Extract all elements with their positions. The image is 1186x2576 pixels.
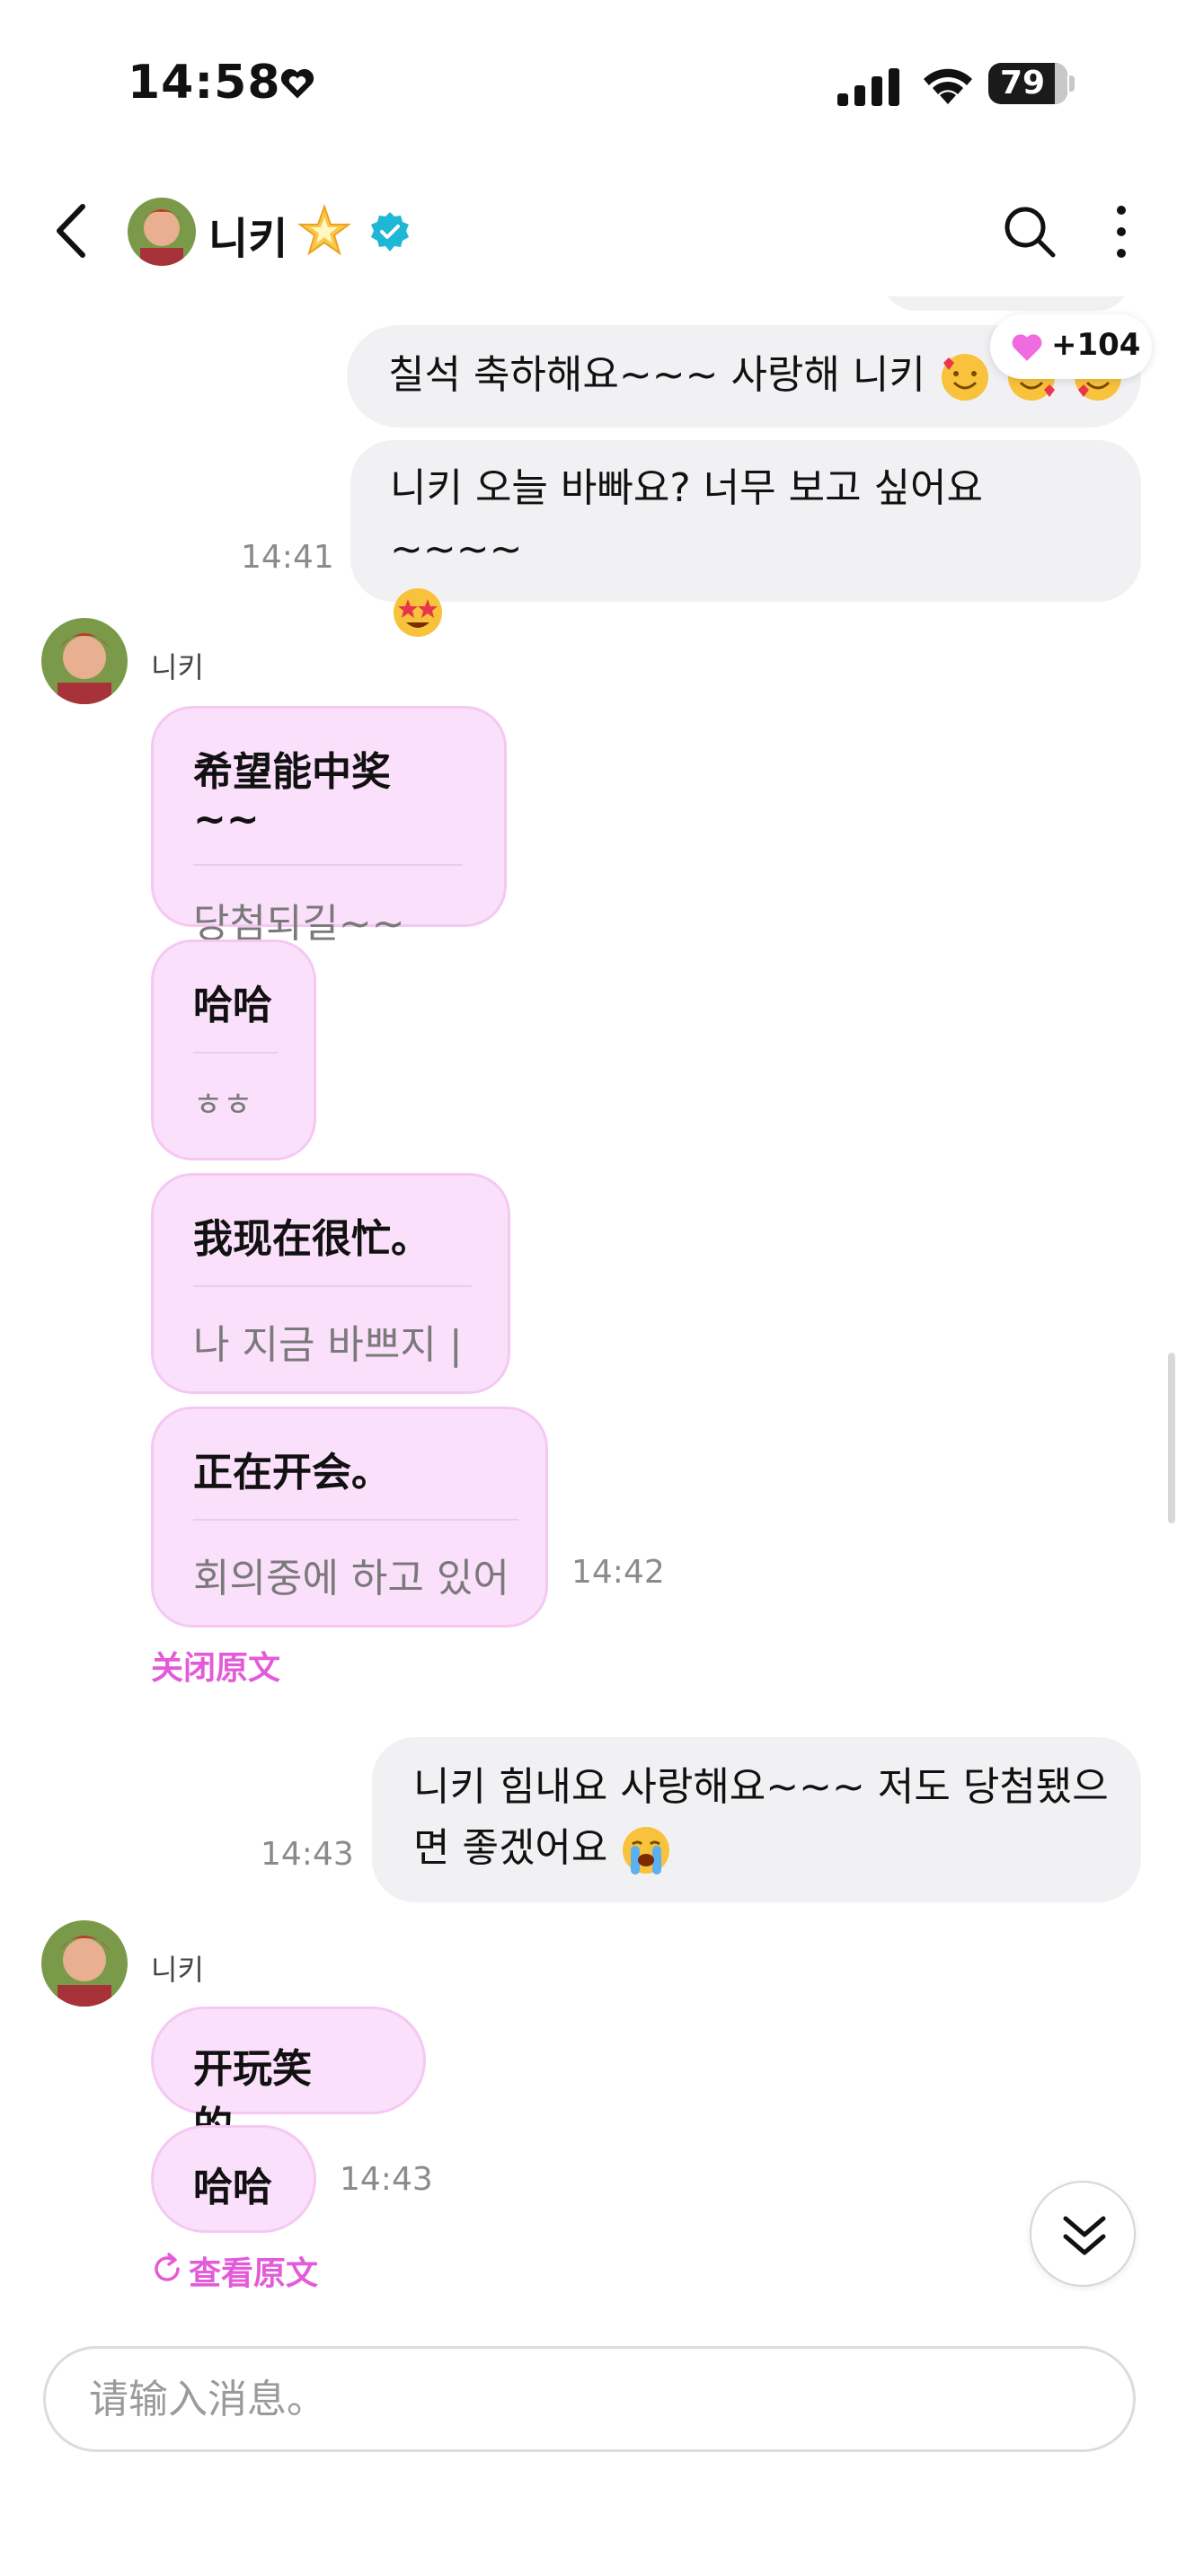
message-bubble-incoming[interactable]: 哈哈	[151, 2125, 316, 2233]
translated-text: 哈哈	[193, 2165, 272, 2210]
message-time: 14:41	[241, 539, 334, 576]
message-list[interactable]: 칠석 축하해요~~~ 사랑해 니키 니키 오늘 바빠요? 너무 보고 싶어요~~…	[0, 296, 1186, 2326]
header-avatar[interactable]	[128, 198, 196, 266]
message-text-line: 니키 힘내요 사랑해요~~~ 저도 당첨됐으	[413, 1764, 1109, 1810]
reaction-pill[interactable]: +104	[990, 314, 1152, 379]
message-text-line: 면 좋겠어요	[413, 1825, 608, 1871]
heart-icon	[280, 68, 314, 99]
view-original-label: 查看原文	[189, 2255, 319, 2292]
battery-indicator: 79	[988, 63, 1067, 104]
message-bubble-incoming[interactable]: 开玩笑的。	[151, 2007, 426, 2149]
chat-header: 니키	[0, 171, 1186, 296]
back-icon[interactable]	[47, 199, 101, 262]
sender-avatar[interactable]	[41, 1920, 128, 2007]
translated-text: 希望能中奖 ~~	[193, 749, 391, 842]
translated-text: 正在开会。	[193, 1450, 391, 1495]
more-icon[interactable]	[1107, 201, 1136, 262]
original-text: 회의중에 하고 있어	[193, 1556, 509, 1601]
original-text: 나 지금 바쁘지 |	[193, 1322, 463, 1368]
status-bar: 14:58 79	[0, 0, 1186, 171]
wifi-icon	[924, 68, 972, 104]
reaction-count: +104	[1051, 327, 1141, 363]
verified-icon	[371, 212, 409, 251]
sender-name: 니키	[151, 1953, 204, 1987]
message-bubble-outgoing[interactable]: 니키 힘내요 사랑해요~~~ 저도 당첨됐으 면 좋겠어요	[372, 1737, 1141, 1902]
message-input[interactable]	[89, 2349, 1095, 2449]
divider	[193, 1052, 278, 1054]
loudly-crying-face-icon	[623, 1827, 670, 1875]
sender-avatar[interactable]	[41, 618, 128, 704]
message-time: 14:43	[340, 2161, 433, 2198]
status-time: 14:58	[128, 56, 281, 110]
message-bubble-partial	[881, 296, 1132, 311]
glowing-star-icon	[297, 203, 351, 256]
signal-icon	[837, 68, 899, 106]
smiling-face-with-hearts-icon	[941, 354, 988, 401]
message-bubble-incoming[interactable]: 正在开会。 회의중에 하고 있어	[151, 1407, 548, 1628]
message-text: 칠석 축하해요~~~ 사랑해 니키	[388, 352, 925, 398]
translated-text: 我现在很忙。	[193, 1216, 430, 1262]
translated-text: 哈哈	[193, 983, 272, 1028]
message-bubble-incoming[interactable]: 我现在很忙。 나 지금 바쁘지 |	[151, 1173, 510, 1394]
refresh-icon	[155, 2253, 180, 2281]
scrollbar[interactable]	[1168, 1353, 1175, 1523]
message-bubble-incoming[interactable]: 哈哈 ㅎㅎ	[151, 940, 316, 1160]
message-bubble-outgoing[interactable]: 니키 오늘 바빠요? 너무 보고 싶어요~~~~	[350, 440, 1141, 637]
close-original-link[interactable]: 关闭原文	[151, 1642, 280, 1689]
search-icon[interactable]	[999, 201, 1060, 262]
divider	[193, 864, 463, 866]
message-input-container	[43, 2346, 1136, 2452]
sender-name: 니키	[151, 650, 204, 684]
message-text: 니키 오늘 바빠요? 너무 보고 싶어요~~~~	[390, 465, 984, 572]
message-time: 14:42	[571, 1554, 665, 1591]
heart-icon	[1012, 334, 1042, 361]
divider	[193, 1285, 472, 1287]
star-struck-icon	[394, 588, 442, 637]
battery-nub	[1069, 75, 1075, 92]
battery-level: 79	[999, 65, 1046, 101]
chevron-double-down-icon	[1063, 2216, 1106, 2255]
header-name[interactable]: 니키	[208, 203, 288, 266]
original-text: ㅎㅎ	[193, 1087, 253, 1124]
message-time: 14:43	[261, 1836, 354, 1873]
scroll-to-bottom-button[interactable]	[1030, 2181, 1136, 2287]
message-bubble-incoming[interactable]: 希望能中奖 ~~ 당첨되길~~	[151, 706, 507, 947]
divider	[193, 1519, 518, 1521]
